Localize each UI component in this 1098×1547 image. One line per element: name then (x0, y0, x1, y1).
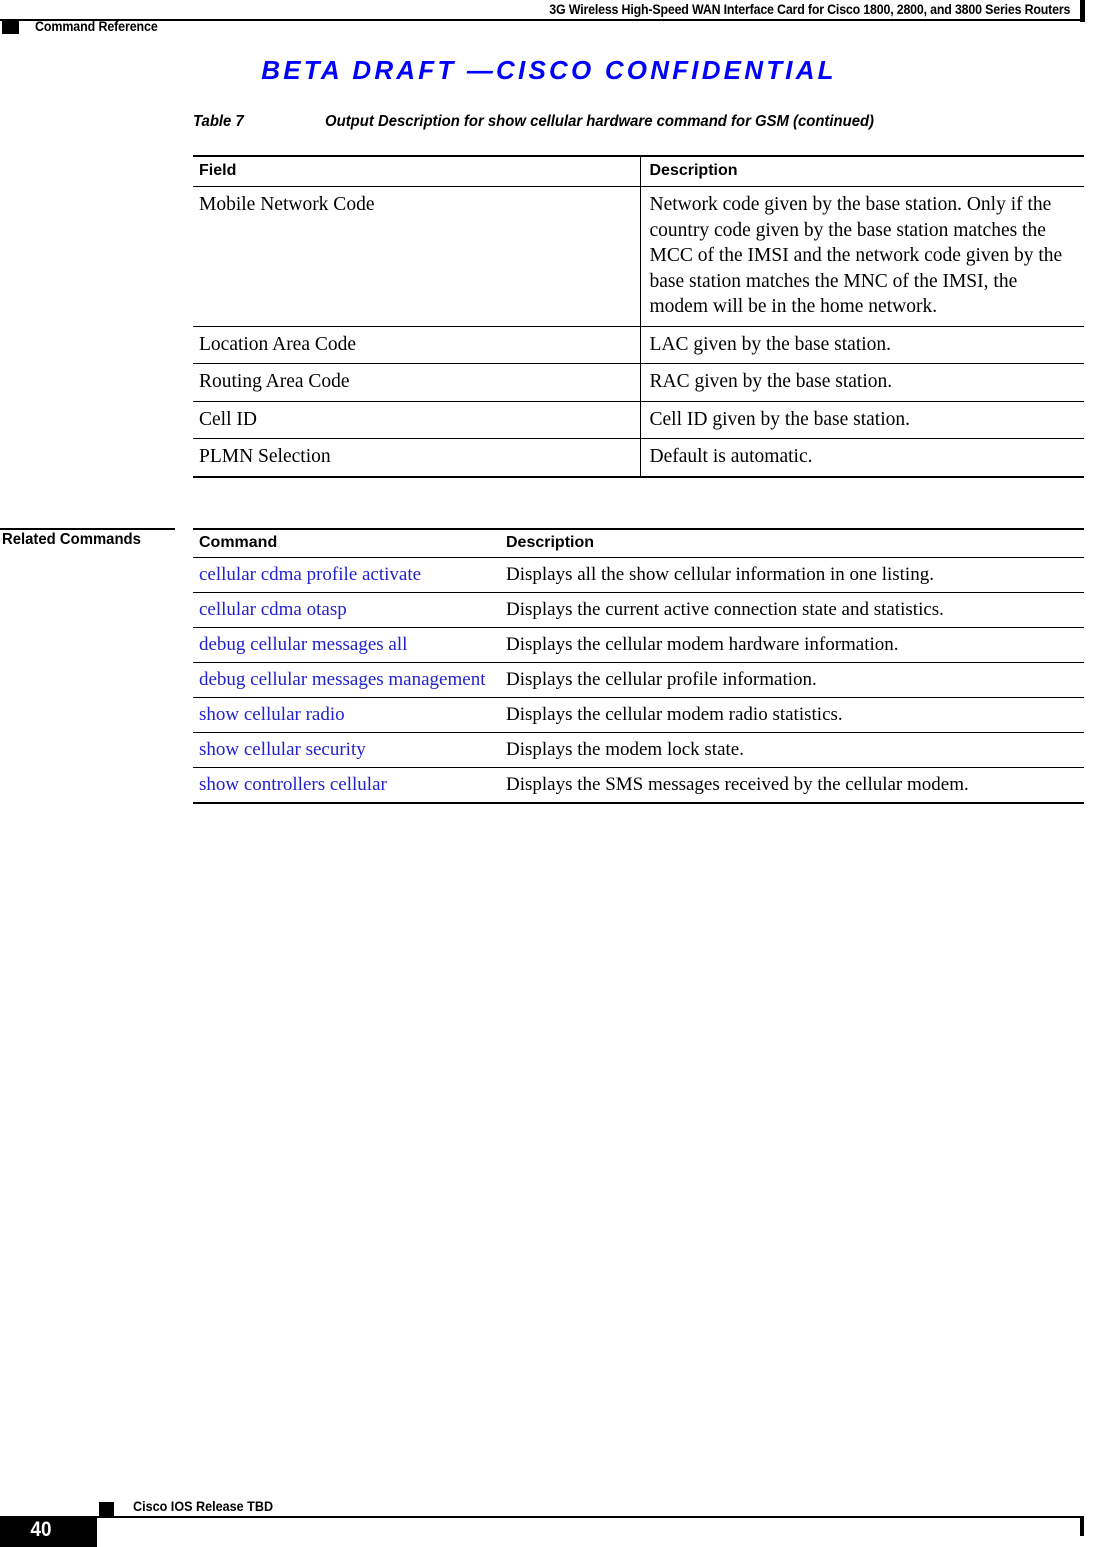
cell-field: Routing Area Code (193, 363, 640, 402)
table-row: PLMN Selection Default is automatic. (193, 438, 1084, 478)
table-row: Location Area Code LAC given by the base… (193, 326, 1084, 364)
cell-description: Displays the modem lock state. (500, 732, 1084, 768)
cell-description: RAC given by the base station. (639, 363, 1084, 402)
footer-rule (0, 1516, 1083, 1519)
field-description-table: Field Description Mobile Network Code Ne… (193, 155, 1084, 478)
table-caption-number: Table 7 (193, 113, 244, 130)
cell-field: PLMN Selection (193, 438, 640, 478)
table-header-row: Field Description (193, 155, 1084, 187)
cell-description: Displays the cellular profile informatio… (500, 662, 1084, 698)
table-row: Routing Area Code RAC given by the base … (193, 363, 1084, 402)
column-header-description: Description (500, 528, 1084, 558)
command-link[interactable]: debug cellular messages management (193, 662, 500, 698)
table-row: debug cellular messages all Displays the… (193, 627, 1084, 663)
cell-field: Mobile Network Code (193, 186, 640, 327)
related-commands-table: Command Description cellular cdma profil… (193, 528, 1084, 804)
header-rule (0, 19, 1083, 21)
header-right-tick (1080, 0, 1085, 22)
command-link[interactable]: show controllers cellular (193, 767, 500, 804)
command-link[interactable]: show cellular security (193, 732, 500, 768)
cell-description: Network code given by the base station. … (639, 186, 1084, 327)
command-link[interactable]: debug cellular messages all (193, 627, 500, 663)
command-link[interactable]: cellular cdma profile activate (193, 557, 500, 593)
command-link[interactable]: show cellular radio (193, 697, 500, 733)
header-bullet-square (2, 20, 19, 34)
footer-release-text: Cisco IOS Release TBD (133, 1498, 274, 1514)
footer-bullet-square (99, 1502, 114, 1517)
cell-description: LAC given by the base station. (639, 326, 1084, 364)
column-header-field: Field (193, 155, 640, 187)
table-row: show cellular radio Displays the cellula… (193, 697, 1084, 733)
table-row: show controllers cellular Displays the S… (193, 767, 1084, 804)
command-link[interactable]: cellular cdma otasp (193, 592, 500, 628)
column-header-command: Command (193, 528, 500, 558)
table-row: Mobile Network Code Network code given b… (193, 186, 1084, 327)
cell-description: Displays the cellular modem hardware inf… (500, 627, 1084, 663)
table-row: Cell ID Cell ID given by the base statio… (193, 401, 1084, 439)
document-page: 3G Wireless High-Speed WAN Interface Car… (0, 0, 1098, 1547)
running-header-chapter: Command Reference (35, 19, 158, 34)
field-table-body: Mobile Network Code Network code given b… (193, 186, 1084, 478)
related-commands-body: cellular cdma profile activate Displays … (193, 557, 1084, 804)
running-header-title: 3G Wireless High-Speed WAN Interface Car… (549, 2, 1070, 17)
related-commands-rule (0, 528, 175, 531)
table-row: cellular cdma profile activate Displays … (193, 557, 1084, 593)
table-caption: Table 7 Output Description for show cellu… (193, 113, 1022, 131)
beta-draft-banner: BETA DRAFT —CISCO CONFIDENTIAL (261, 55, 837, 85)
cell-field: Cell ID (193, 401, 640, 439)
cell-field: Location Area Code (193, 326, 640, 364)
cell-description: Displays the cellular modem radio statis… (500, 697, 1084, 733)
table-row: show cellular security Displays the mode… (193, 732, 1084, 768)
column-header-description: Description (639, 155, 1084, 187)
table-row: cellular cdma otasp Displays the current… (193, 592, 1084, 628)
footer-right-tick (1080, 1516, 1084, 1536)
cell-description: Displays all the show cellular informati… (500, 557, 1084, 593)
cell-description: Default is automatic. (639, 438, 1084, 478)
table-header-row: Command Description (193, 528, 1084, 558)
table-caption-title: Output Description for show cellular har… (325, 113, 875, 130)
cell-description: Displays the SMS messages received by th… (500, 767, 1084, 804)
cell-description: Displays the current active connection s… (500, 592, 1084, 628)
related-commands-label: Related Commands (2, 531, 141, 548)
cell-description: Cell ID given by the base station. (639, 401, 1084, 439)
table-row: debug cellular messages management Displ… (193, 662, 1084, 698)
page-number: 40 (30, 1518, 52, 1541)
